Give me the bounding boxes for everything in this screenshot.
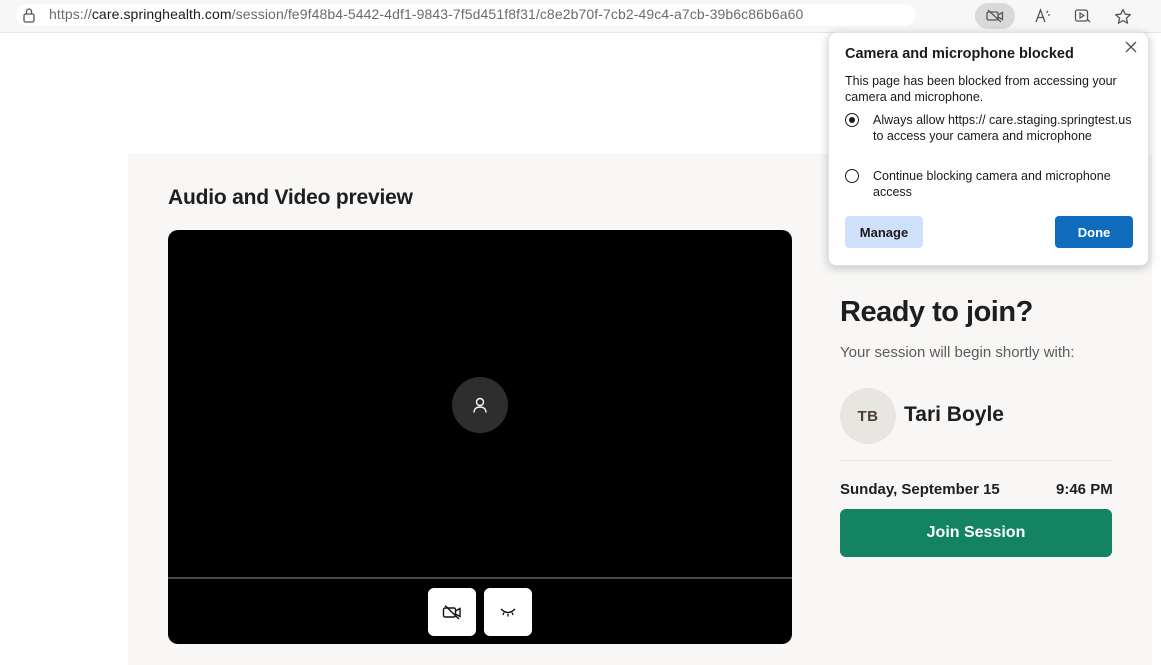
camera-off-icon — [442, 604, 461, 620]
camera-toggle-button[interactable] — [428, 588, 476, 636]
ready-heading: Ready to join? — [840, 296, 1033, 328]
option-always-allow-label[interactable]: Always allow https:// care.staging.sprin… — [873, 112, 1135, 144]
session-time: 9:46 PM — [1056, 481, 1113, 498]
read-aloud-button[interactable] — [1030, 3, 1056, 29]
lock-icon[interactable] — [22, 7, 36, 23]
preview-title: Audio and Video preview — [168, 186, 413, 209]
favorite-button[interactable] — [1110, 3, 1136, 29]
close-icon[interactable] — [1124, 40, 1138, 54]
done-button[interactable]: Done — [1055, 216, 1133, 248]
manage-button[interactable]: Manage — [845, 216, 923, 248]
url-text[interactable]: https://care.springhealth.com/session/fe… — [49, 6, 803, 22]
session-date: Sunday, September 15 — [840, 481, 1000, 498]
provider-name: Tari Boyle — [904, 403, 1004, 426]
permission-popup: Camera and microphone blocked This page … — [828, 32, 1149, 266]
user-avatar — [452, 377, 508, 433]
radio-always-allow[interactable] — [845, 113, 859, 127]
radio-continue-blocking[interactable] — [845, 169, 859, 183]
person-icon — [473, 397, 487, 413]
divider — [840, 460, 1112, 461]
popup-description: This page has been blocked from accessin… — [845, 74, 1117, 104]
popup-title: Camera and microphone blocked — [845, 46, 1074, 62]
read-aloud-icon — [1035, 8, 1050, 23]
provider-avatar: TB — [840, 388, 896, 444]
video-divider — [168, 577, 792, 579]
option-continue-blocking-label[interactable]: Continue blocking camera and microphone … — [873, 168, 1135, 200]
favorite-star-icon — [1115, 8, 1131, 24]
eye-closed-icon — [500, 608, 516, 617]
browser-toolbar: https://care.springhealth.com/session/fe… — [0, 0, 1161, 33]
join-session-button[interactable]: Join Session — [840, 509, 1112, 557]
visibility-toggle-button[interactable] — [484, 588, 532, 636]
media-icon — [1074, 9, 1091, 23]
camera-blocked-icon — [986, 9, 1004, 23]
camera-blocked-button[interactable] — [975, 3, 1015, 29]
session-subtitle: Your session will begin shortly with: — [840, 344, 1075, 361]
video-preview — [168, 230, 792, 644]
media-button[interactable] — [1070, 3, 1096, 29]
